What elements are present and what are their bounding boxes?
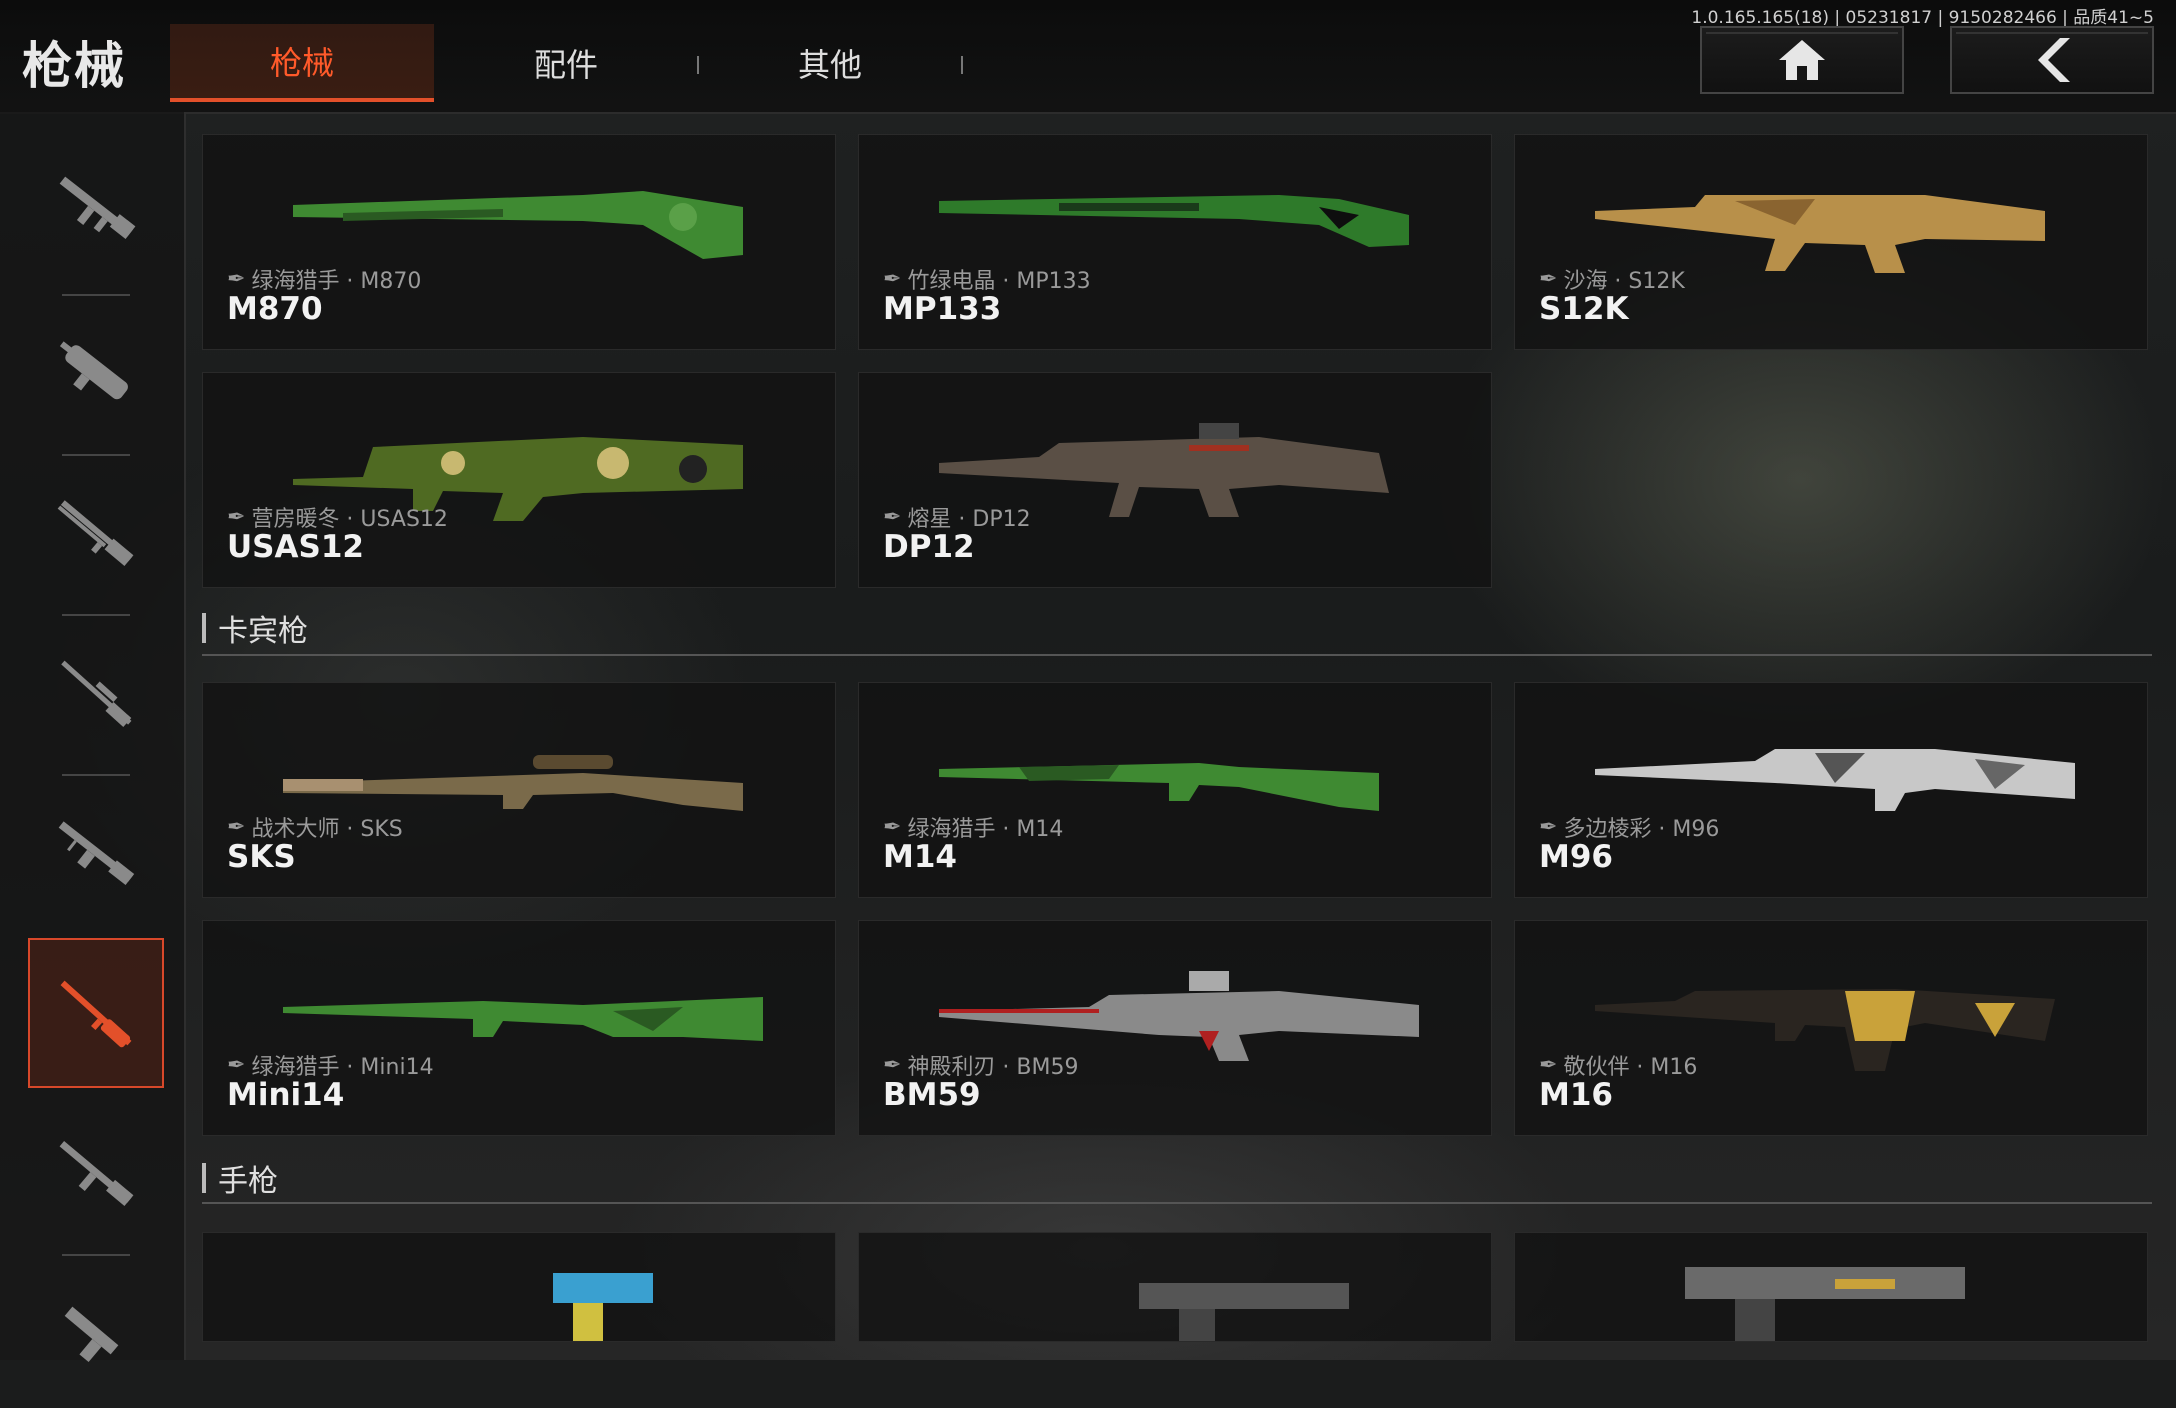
weapon-image-m14	[939, 763, 1379, 811]
weapon-name: BM59	[883, 1077, 981, 1113]
divider	[62, 1254, 130, 1256]
section-title: 手枪	[218, 1164, 278, 1199]
weapon-card[interactable]: ✒ 熔星 · DP12 DP12	[858, 372, 1492, 588]
weapon-card[interactable]: ✒ 沙海 · S12K S12K	[1514, 134, 2148, 350]
sidebar-item-pistol[interactable]	[28, 1258, 164, 1408]
weapon-card[interactable]: ✒ 绿海猎手 · Mini14 Mini14	[202, 920, 836, 1136]
weapon-image-pistol	[1139, 1283, 1349, 1341]
weapon-card[interactable]: ✒ 竹绿电晶 · MP133 MP133	[858, 134, 1492, 350]
home-button[interactable]	[1700, 26, 1904, 94]
brush-icon: ✒	[883, 266, 902, 292]
weapon-card[interactable]	[1514, 1232, 2148, 1342]
section-divider	[202, 1202, 2152, 1204]
brush-icon: ✒	[883, 1052, 902, 1078]
weapon-name: M96	[1539, 839, 1613, 875]
section-divider	[202, 654, 2152, 656]
page-title: 枪械	[22, 37, 126, 95]
weapon-image-m870	[293, 191, 743, 259]
weapon-name: SKS	[227, 839, 296, 875]
weapon-name: USAS12	[227, 529, 364, 565]
smg-icon	[59, 341, 128, 400]
weapon-image-mini14	[283, 997, 763, 1041]
sidebar-item-rifle[interactable]	[28, 1098, 164, 1248]
brush-icon: ✒	[227, 1052, 246, 1078]
top-bar: 枪械 枪械 配件 其他 1.0.165.165(18) | 05231817 |…	[0, 0, 2176, 114]
brush-icon: ✒	[227, 504, 246, 530]
back-button[interactable]	[1950, 26, 2154, 94]
brush-icon: ✒	[1539, 1052, 1558, 1078]
section-header-carbine: 卡宾枪	[202, 606, 308, 650]
tab-label: 配件	[533, 46, 598, 84]
weapon-name: M870	[227, 291, 323, 327]
weapon-name: DP12	[883, 529, 975, 565]
sidebar-item-assault-rifle[interactable]	[28, 132, 164, 282]
divider	[62, 454, 130, 456]
weapon-name: M16	[1539, 1077, 1613, 1113]
brush-icon: ✒	[883, 504, 902, 530]
sidebar-item-lmg[interactable]	[28, 778, 164, 928]
divider	[62, 294, 130, 296]
home-icon	[1779, 40, 1825, 80]
section-title: 卡宾枪	[218, 614, 308, 649]
sidebar-item-sniper[interactable]	[28, 618, 164, 768]
section-marker	[202, 613, 206, 643]
weapon-card[interactable]	[858, 1232, 1492, 1342]
divider	[62, 774, 130, 776]
weapon-card[interactable]: ✒ 敬伙伴 · M16 M16	[1514, 920, 2148, 1136]
weapon-card[interactable]: ✒ 战术大师 · SKS SKS	[202, 682, 836, 898]
weapon-card[interactable]	[202, 1232, 836, 1342]
brush-icon: ✒	[883, 814, 902, 840]
sidebar-item-smg[interactable]	[28, 298, 164, 448]
weapon-name: Mini14	[227, 1077, 345, 1113]
pistol-icon	[64, 1306, 119, 1363]
weapon-card[interactable]: ✒ 营房暖冬 · USAS12 USAS12	[202, 372, 836, 588]
weapon-image-sks	[283, 755, 743, 811]
sidebar-item-shotgun[interactable]	[28, 458, 164, 608]
weapon-name: M14	[883, 839, 957, 875]
assault-rifle-icon	[59, 176, 136, 239]
brush-icon: ✒	[1539, 266, 1558, 292]
brush-icon: ✒	[227, 814, 246, 840]
lmg-icon	[58, 821, 135, 885]
tab-firearms[interactable]: 枪械	[170, 24, 434, 102]
brush-icon: ✒	[227, 266, 246, 292]
category-tabs: 枪械 配件 其他	[170, 24, 963, 102]
divider	[62, 614, 130, 616]
section-marker	[202, 1163, 206, 1193]
weapon-image-s12k	[1595, 195, 2045, 273]
weapon-category-sidebar	[0, 112, 186, 1363]
weapon-name: S12K	[1539, 291, 1629, 327]
sniper-rifle-icon	[61, 660, 132, 727]
weapon-card[interactable]: ✒ 绿海猎手 · M870 M870	[202, 134, 836, 350]
shotgun-icon	[57, 500, 134, 567]
tab-label: 枪械	[269, 44, 334, 82]
weapon-card[interactable]: ✒ 绿海猎手 · M14 M14	[858, 682, 1492, 898]
weapon-image-pistol	[1685, 1267, 1965, 1341]
carbine-icon	[60, 980, 132, 1048]
weapon-image-m96	[1595, 749, 2075, 811]
weapon-card[interactable]: ✒ 神殿利刃 · BM59 BM59	[858, 920, 1492, 1136]
sidebar-item-carbine[interactable]	[28, 938, 164, 1088]
tab-attachments[interactable]: 配件	[434, 24, 699, 102]
version-info: 1.0.165.165(18) | 05231817 | 9150282466 …	[1691, 8, 2154, 28]
weapon-card[interactable]: ✒ 多边棱彩 · M96 M96	[1514, 682, 2148, 898]
rifle-icon	[59, 1141, 134, 1207]
weapon-name: MP133	[883, 291, 1002, 327]
tab-others[interactable]: 其他	[698, 24, 963, 102]
chevron-left-icon	[2038, 38, 2070, 82]
weapon-image-pistol	[553, 1273, 653, 1341]
section-header-pistol: 手枪	[202, 1156, 278, 1200]
brush-icon: ✒	[1539, 814, 1558, 840]
tab-label: 其他	[797, 46, 862, 84]
weapon-image-mp133	[939, 195, 1409, 247]
